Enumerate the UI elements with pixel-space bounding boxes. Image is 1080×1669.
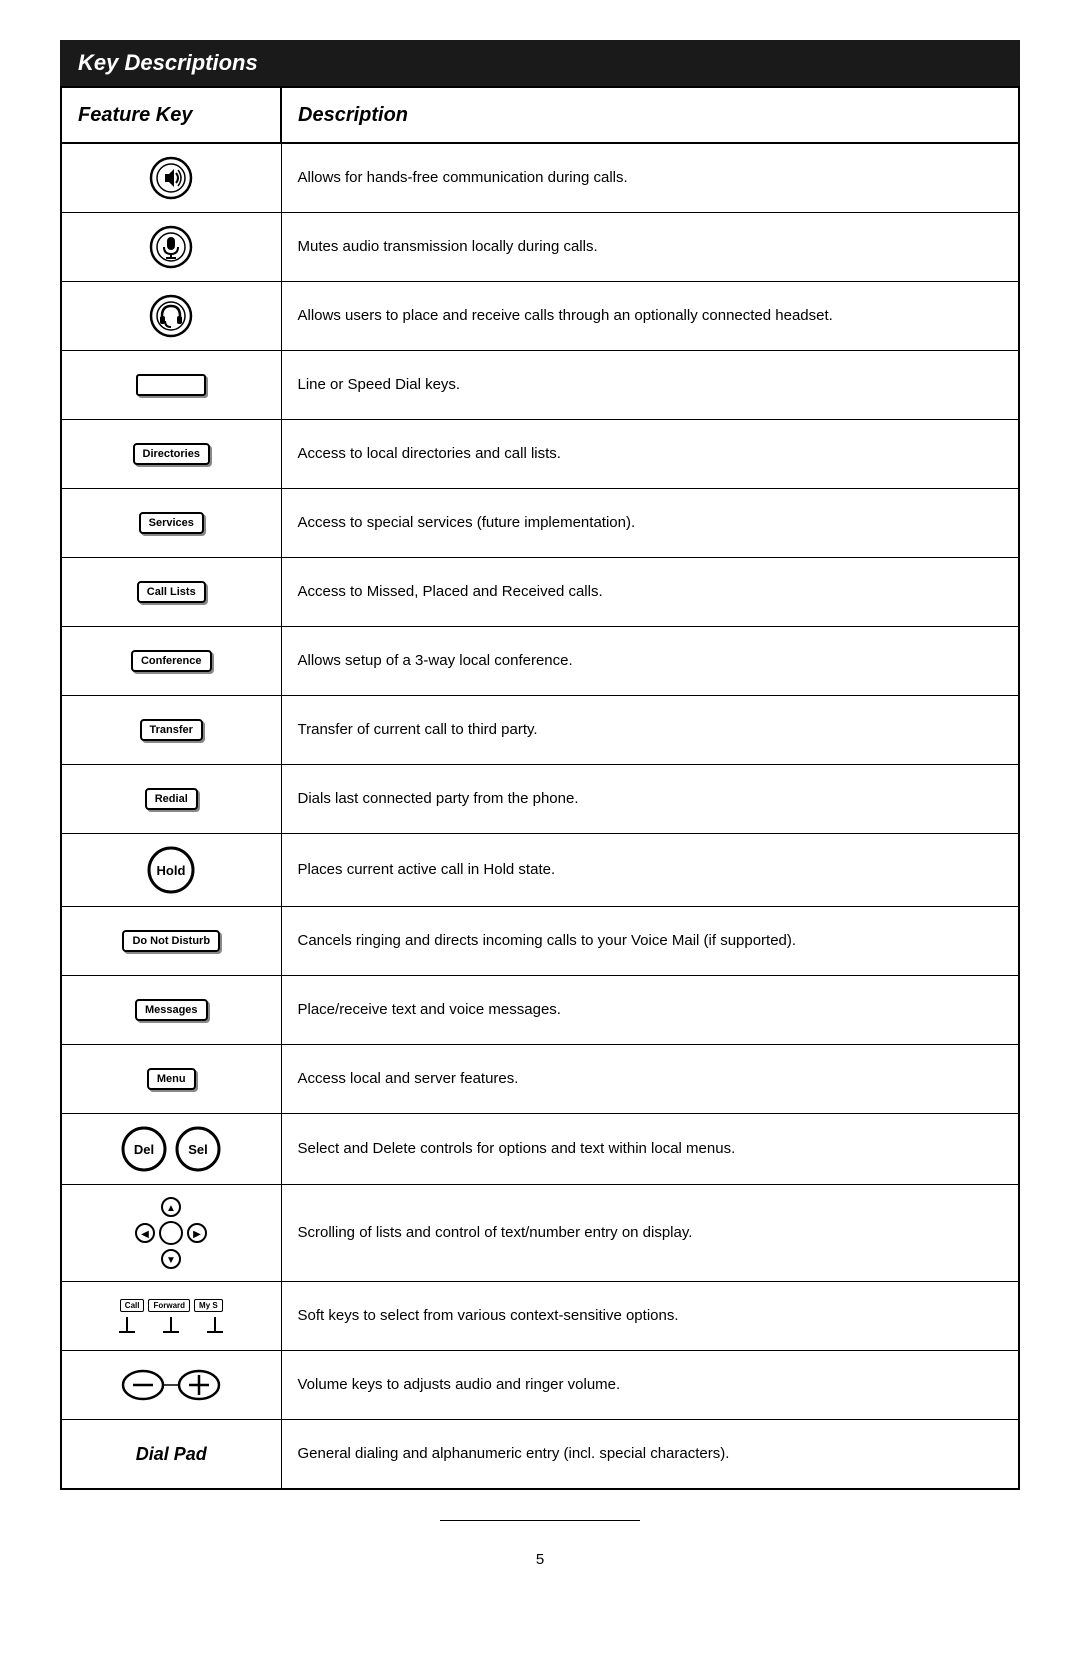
speaker-icon	[149, 156, 193, 200]
page-wrapper: Key Descriptions Feature Key Description	[60, 40, 1020, 1568]
desc-headset: Allows users to place and receive calls …	[281, 282, 1019, 351]
table-row: Call Lists Access to Missed, Placed and …	[61, 558, 1019, 627]
page-number: 5	[60, 1551, 1020, 1568]
calllists-key-icon: Call Lists	[137, 581, 206, 603]
feature-key-redial: Redial	[61, 765, 281, 834]
del-icon: Del	[121, 1126, 167, 1172]
feature-key-mute	[61, 213, 281, 282]
key-descriptions-table: Feature Key Description	[60, 86, 1020, 1490]
desc-donotdisturb: Cancels ringing and directs incoming cal…	[281, 907, 1019, 976]
feature-key-nav: ▲ ▼ ◀ ▶	[61, 1185, 281, 1282]
desc-dialpad: General dialing and alphanumeric entry (…	[281, 1420, 1019, 1490]
table-row: Menu Access local and server features.	[61, 1045, 1019, 1114]
svg-text:Del: Del	[134, 1142, 154, 1157]
feature-key-hold: Hold	[61, 834, 281, 907]
feature-key-calllists: Call Lists	[61, 558, 281, 627]
feature-key-volume	[61, 1351, 281, 1420]
softkeys-icon: Call Forward My S	[119, 1299, 223, 1333]
table-row: Conference Allows setup of a 3-way local…	[61, 627, 1019, 696]
desc-del-sel: Select and Delete controls for options a…	[281, 1114, 1019, 1185]
table-row: Directories Access to local directories …	[61, 420, 1019, 489]
desc-directories: Access to local directories and call lis…	[281, 420, 1019, 489]
table-row: ▲ ▼ ◀ ▶	[61, 1185, 1019, 1282]
mute-icon	[149, 225, 193, 269]
svg-text:▼: ▼	[166, 1255, 176, 1266]
menu-key-icon: Menu	[147, 1068, 196, 1090]
feature-key-donotdisturb: Do Not Disturb	[61, 907, 281, 976]
dialpad-label: Dial Pad	[136, 1444, 207, 1465]
section-header: Key Descriptions	[60, 40, 1020, 86]
feature-key-dialpad: Dial Pad	[61, 1420, 281, 1490]
table-row: Transfer Transfer of current call to thi…	[61, 696, 1019, 765]
feature-key-line	[61, 351, 281, 420]
svg-text:Hold: Hold	[157, 863, 186, 878]
desc-nav: Scrolling of lists and control of text/n…	[281, 1185, 1019, 1282]
table-row: Redial Dials last connected party from t…	[61, 765, 1019, 834]
table-row: Volume keys to adjusts audio and ringer …	[61, 1351, 1019, 1420]
feature-key-messages: Messages	[61, 976, 281, 1045]
svg-text:◀: ◀	[141, 1229, 149, 1240]
table-row: Messages Place/receive text and voice me…	[61, 976, 1019, 1045]
navigation-icon: ▲ ▼ ◀ ▶	[135, 1197, 207, 1269]
desc-transfer: Transfer of current call to third party.	[281, 696, 1019, 765]
table-row: Line or Speed Dial keys.	[61, 351, 1019, 420]
desc-redial: Dials last connected party from the phon…	[281, 765, 1019, 834]
feature-key-services: Services	[61, 489, 281, 558]
feature-key-transfer: Transfer	[61, 696, 281, 765]
headset-icon	[149, 294, 193, 338]
feature-key-softkeys: Call Forward My S	[61, 1282, 281, 1351]
svg-text:▲: ▲	[166, 1203, 176, 1214]
table-row: Hold Places current active call in Hold …	[61, 834, 1019, 907]
messages-key-icon: Messages	[135, 999, 208, 1021]
desc-mute: Mutes audio transmission locally during …	[281, 213, 1019, 282]
feature-key-conference: Conference	[61, 627, 281, 696]
table-row: Allows users to place and receive calls …	[61, 282, 1019, 351]
table-row: Services Access to special services (fut…	[61, 489, 1019, 558]
donotdisturb-key-icon: Do Not Disturb	[122, 930, 220, 952]
desc-conference: Allows setup of a 3-way local conference…	[281, 627, 1019, 696]
desc-menu: Access local and server features.	[281, 1045, 1019, 1114]
feature-key-menu: Menu	[61, 1045, 281, 1114]
hold-icon: Hold	[147, 846, 195, 894]
redial-key-icon: Redial	[145, 788, 198, 810]
volume-keys-icon	[121, 1367, 221, 1403]
table-row: Mutes audio transmission locally during …	[61, 213, 1019, 282]
footer-divider	[440, 1520, 640, 1521]
col-header-description: Description	[281, 87, 1019, 143]
feature-key-directories: Directories	[61, 420, 281, 489]
desc-services: Access to special services (future imple…	[281, 489, 1019, 558]
directories-key-icon: Directories	[133, 443, 210, 465]
table-row: Do Not Disturb Cancels ringing and direc…	[61, 907, 1019, 976]
feature-key-speaker	[61, 143, 281, 213]
table-row: Dial Pad General dialing and alphanumeri…	[61, 1420, 1019, 1490]
sel-icon: Sel	[175, 1126, 221, 1172]
desc-softkeys: Soft keys to select from various context…	[281, 1282, 1019, 1351]
feature-key-headset	[61, 282, 281, 351]
transfer-key-icon: Transfer	[140, 719, 203, 741]
table-row: Del Sel Select and Delete controls for o…	[61, 1114, 1019, 1185]
table-row: Call Forward My S	[61, 1282, 1019, 1351]
desc-line: Line or Speed Dial keys.	[281, 351, 1019, 420]
table-row: Allows for hands-free communication duri…	[61, 143, 1019, 213]
line-key-icon	[136, 374, 206, 396]
services-key-icon: Services	[139, 512, 204, 534]
col-header-feature: Feature Key	[61, 87, 281, 143]
svg-text:Sel: Sel	[188, 1142, 208, 1157]
svg-text:▶: ▶	[193, 1229, 201, 1240]
conference-key-icon: Conference	[131, 650, 212, 672]
desc-hold: Places current active call in Hold state…	[281, 834, 1019, 907]
desc-messages: Place/receive text and voice messages.	[281, 976, 1019, 1045]
desc-speaker: Allows for hands-free communication duri…	[281, 143, 1019, 213]
desc-calllists: Access to Missed, Placed and Received ca…	[281, 558, 1019, 627]
feature-key-del-sel: Del Sel	[61, 1114, 281, 1185]
desc-volume: Volume keys to adjusts audio and ringer …	[281, 1351, 1019, 1420]
